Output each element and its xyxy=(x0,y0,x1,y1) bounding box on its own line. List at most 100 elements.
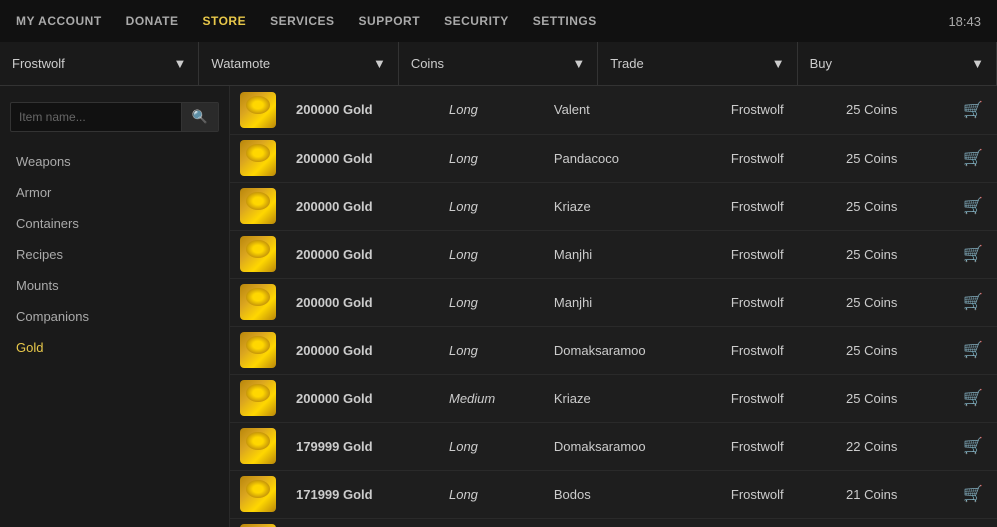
content-area: 200000 Gold Long Valent Frostwolf 25 Coi… xyxy=(230,86,997,527)
item-seller: Domaksaramoo xyxy=(544,326,721,374)
sidebar-item-containers[interactable]: Containers xyxy=(0,208,229,239)
item-icon xyxy=(240,188,276,224)
item-realm: Frostwolf xyxy=(721,326,836,374)
add-to-cart-button[interactable]: 🛒 xyxy=(963,246,983,263)
table-row: 171999 Gold Long Bodos Frostwolf 21 Coin… xyxy=(230,470,997,518)
table-row: 200000 Gold Long Domaksaramoo Frostwolf … xyxy=(230,326,997,374)
item-price: 25 Coins xyxy=(836,326,949,374)
filter-watamote[interactable]: Watamote▼ xyxy=(199,42,398,85)
add-to-cart-button[interactable]: 🛒 xyxy=(963,102,983,119)
item-price: 22 Coins xyxy=(836,422,949,470)
table-row: 200000 Gold Long Pandacoco Frostwolf 25 … xyxy=(230,134,997,182)
sidebar: 🔍 WeaponsArmorContainersRecipesMountsCom… xyxy=(0,86,230,527)
item-seller: Valent xyxy=(544,86,721,134)
item-seller: Manjhi xyxy=(544,278,721,326)
table-row: 200000 Gold Long Manjhi Frostwolf 25 Coi… xyxy=(230,278,997,326)
table-row: 200000 Gold Long Kriaze Frostwolf 25 Coi… xyxy=(230,182,997,230)
filter-trade[interactable]: Trade▼ xyxy=(598,42,797,85)
search-button[interactable]: 🔍 xyxy=(181,103,218,131)
add-to-cart-button[interactable]: 🛒 xyxy=(963,342,983,359)
item-name: 200000 Gold xyxy=(286,86,439,134)
nav-link-store[interactable]: STORE xyxy=(202,14,246,28)
filter-frostwolf[interactable]: Frostwolf▼ xyxy=(0,42,199,85)
item-duration: Long xyxy=(439,182,544,230)
item-icon xyxy=(240,428,276,464)
sidebar-item-weapons[interactable]: Weapons xyxy=(0,146,229,177)
main-layout: 🔍 WeaponsArmorContainersRecipesMountsCom… xyxy=(0,86,997,527)
item-duration: Long xyxy=(439,134,544,182)
table-row: 200000 Gold Medium Kriaze Frostwolf 25 C… xyxy=(230,374,997,422)
item-name: 200000 Gold xyxy=(286,230,439,278)
item-duration: Long xyxy=(439,422,544,470)
item-name: 200000 Gold xyxy=(286,326,439,374)
item-price: 25 Coins xyxy=(836,86,949,134)
item-realm: Frostwolf xyxy=(721,374,836,422)
item-seller: Domaksaramoo xyxy=(544,422,721,470)
add-to-cart-button[interactable]: 🛒 xyxy=(963,198,983,215)
nav-link-services[interactable]: SERVICES xyxy=(270,14,334,28)
sidebar-item-recipes[interactable]: Recipes xyxy=(0,239,229,270)
item-price: 25 Coins xyxy=(836,278,949,326)
item-price: 25 Coins xyxy=(836,374,949,422)
nav-links: MY ACCOUNT DONATE STORE SERVICES SUPPORT SECU… xyxy=(16,14,597,28)
filter-coins[interactable]: Coins▼ xyxy=(399,42,598,85)
item-icon xyxy=(240,476,276,512)
sidebar-item-gold[interactable]: Gold xyxy=(0,332,229,363)
item-icon xyxy=(240,92,276,128)
nav-link-security[interactable]: SECURITY xyxy=(444,14,509,28)
item-price: 25 Coins xyxy=(836,134,949,182)
sidebar-item-companions[interactable]: Companions xyxy=(0,301,229,332)
item-table: 200000 Gold Long Valent Frostwolf 25 Coi… xyxy=(230,86,997,527)
item-duration: Long xyxy=(439,230,544,278)
sidebar-item-armor[interactable]: Armor xyxy=(0,177,229,208)
item-name: 200000 Gold xyxy=(286,278,439,326)
item-realm: Frostwolf xyxy=(721,182,836,230)
item-seller: Bodos xyxy=(544,470,721,518)
add-to-cart-button[interactable]: 🛒 xyxy=(963,294,983,311)
filter-buy[interactable]: Buy▼ xyxy=(798,42,997,85)
table-row: 200000 Gold Long Valent Frostwolf 25 Coi… xyxy=(230,86,997,134)
table-row: 171999 Gold Long Bodos Frostwolf 21 Coin… xyxy=(230,518,997,527)
nav-link-my-account[interactable]: MY ACCOUNT xyxy=(16,14,102,28)
item-duration: Medium xyxy=(439,374,544,422)
item-realm: Frostwolf xyxy=(721,86,836,134)
item-name: 200000 Gold xyxy=(286,134,439,182)
item-realm: Frostwolf xyxy=(721,278,836,326)
table-row: 179999 Gold Long Domaksaramoo Frostwolf … xyxy=(230,422,997,470)
item-realm: Frostwolf xyxy=(721,518,836,527)
item-name: 200000 Gold xyxy=(286,374,439,422)
top-nav: MY ACCOUNT DONATE STORE SERVICES SUPPORT SECU… xyxy=(0,0,997,42)
item-realm: Frostwolf xyxy=(721,134,836,182)
search-box: 🔍 xyxy=(10,102,219,132)
sidebar-item-mounts[interactable]: Mounts xyxy=(0,270,229,301)
filter-bar: Frostwolf▼Watamote▼Coins▼Trade▼Buy▼ xyxy=(0,42,997,86)
item-seller: Kriaze xyxy=(544,374,721,422)
nav-link-support[interactable]: SUPPORT xyxy=(359,14,421,28)
item-duration: Long xyxy=(439,470,544,518)
sidebar-items: WeaponsArmorContainersRecipesMountsCompa… xyxy=(0,146,229,363)
add-to-cart-button[interactable]: 🛒 xyxy=(963,438,983,455)
item-price: 25 Coins xyxy=(836,230,949,278)
item-realm: Frostwolf xyxy=(721,230,836,278)
nav-link-settings[interactable]: SETTINGS xyxy=(533,14,597,28)
add-to-cart-button[interactable]: 🛒 xyxy=(963,390,983,407)
item-seller: Bodos xyxy=(544,518,721,527)
nav-link-donate[interactable]: DONATE xyxy=(126,14,179,28)
item-price: 21 Coins xyxy=(836,518,949,527)
item-seller: Manjhi xyxy=(544,230,721,278)
item-name: 171999 Gold xyxy=(286,518,439,527)
item-realm: Frostwolf xyxy=(721,470,836,518)
item-icon xyxy=(240,380,276,416)
nav-time: 18:43 xyxy=(948,14,981,29)
add-to-cart-button[interactable]: 🛒 xyxy=(963,486,983,503)
item-duration: Long xyxy=(439,326,544,374)
item-icon xyxy=(240,284,276,320)
search-input[interactable] xyxy=(11,104,181,130)
item-duration: Long xyxy=(439,86,544,134)
item-price: 25 Coins xyxy=(836,182,949,230)
add-to-cart-button[interactable]: 🛒 xyxy=(963,150,983,167)
item-name: 179999 Gold xyxy=(286,422,439,470)
item-duration: Long xyxy=(439,278,544,326)
table-row: 200000 Gold Long Manjhi Frostwolf 25 Coi… xyxy=(230,230,997,278)
item-seller: Pandacoco xyxy=(544,134,721,182)
